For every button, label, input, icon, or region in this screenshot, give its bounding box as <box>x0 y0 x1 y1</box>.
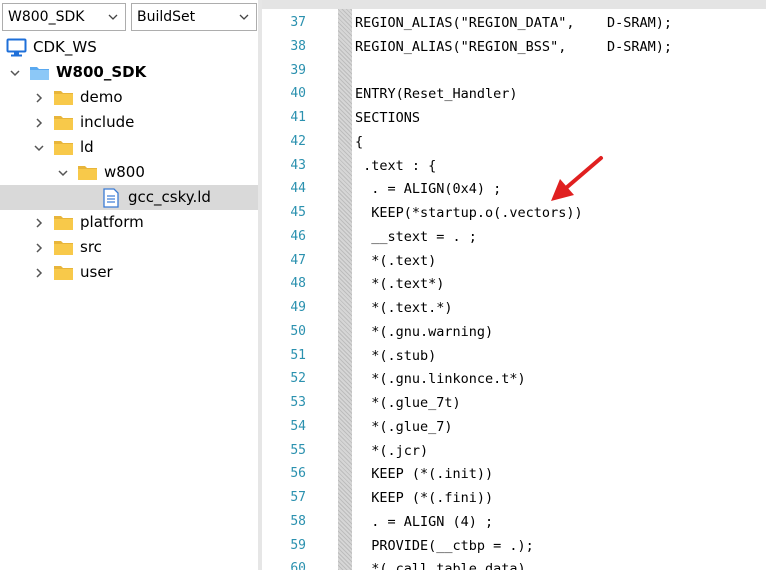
file-icon <box>103 188 119 208</box>
fold-margin[interactable] <box>338 9 352 570</box>
tree-label: demo <box>80 88 123 106</box>
code-line[interactable]: *(.gnu.linkonce.t*) <box>355 367 525 391</box>
chevron-down-icon[interactable] <box>33 142 45 154</box>
project-pane: W800_SDK BuildSet CDK_WS W800_SDK demo i… <box>0 0 258 570</box>
line-number: 45 <box>290 205 306 220</box>
line-number: 51 <box>290 347 306 363</box>
code-line[interactable]: SECTIONS <box>355 106 420 130</box>
tree-item-include[interactable]: include <box>0 110 258 135</box>
line-number: 60 <box>290 561 306 570</box>
chevron-right-icon[interactable] <box>33 267 45 279</box>
line-number: 40 <box>290 86 306 102</box>
tree-item-w800[interactable]: w800 <box>0 160 258 185</box>
folder-icon <box>54 116 73 130</box>
code-line[interactable]: REGION_ALIAS("REGION_DATA", D-SRAM); <box>355 11 672 35</box>
line-number: 38 <box>290 38 306 54</box>
code-line[interactable]: *(.text*) <box>355 272 444 296</box>
monitor-icon <box>6 38 27 57</box>
project-folder-icon <box>30 67 49 80</box>
line-number: 59 <box>290 537 306 553</box>
tree-item-demo[interactable]: demo <box>0 85 258 110</box>
line-number: 49 <box>290 300 306 315</box>
tree-label: include <box>80 113 135 131</box>
tree-item-ld[interactable]: ld <box>0 135 258 160</box>
code-line[interactable]: *(.call_table_data) <box>355 557 525 570</box>
line-number: 46 <box>290 228 306 244</box>
code-line[interactable]: *(.jcr) <box>355 439 428 463</box>
code-line[interactable]: *(.gnu.warning) <box>355 320 493 344</box>
code-line[interactable]: KEEP(*startup.o(.vectors)) <box>355 201 582 225</box>
line-number: 53 <box>290 395 306 410</box>
line-number: 44 <box>290 181 306 197</box>
line-number: 39 <box>290 62 306 78</box>
code-line[interactable]: KEEP (*(.init)) <box>355 462 493 486</box>
code-editor[interactable]: 37 REGION_ALIAS("REGION_DATA", D-SRAM); 38… <box>262 0 766 570</box>
code-line[interactable]: { <box>355 130 363 154</box>
line-number: 48 <box>290 276 306 292</box>
line-number: 43 <box>290 157 306 173</box>
line-number: 58 <box>290 513 306 529</box>
config-select-value: BuildSet <box>137 9 196 25</box>
tree-label: w800 <box>104 163 145 181</box>
chevron-down-icon[interactable] <box>57 167 69 179</box>
line-number: 50 <box>290 323 306 339</box>
line-number: 47 <box>290 252 306 268</box>
tree-label: ld <box>80 138 94 156</box>
folder-icon <box>54 141 73 155</box>
code-line[interactable]: .text : { <box>355 154 436 178</box>
project-select[interactable]: W800_SDK <box>2 3 126 31</box>
tree-item-project[interactable]: W800_SDK <box>0 60 258 85</box>
tree-item-platform[interactable]: platform <box>0 210 258 235</box>
tree-item-gcc-csky-ld[interactable]: gcc_csky.ld <box>0 185 258 210</box>
folder-icon <box>54 266 73 280</box>
folder-icon <box>78 166 97 180</box>
code-line[interactable]: *(.glue_7) <box>355 415 452 439</box>
code-line[interactable]: PROVIDE(__ctbp = .); <box>355 534 534 558</box>
chevron-down-icon[interactable] <box>9 67 21 79</box>
chevron-right-icon[interactable] <box>33 217 45 229</box>
chevron-right-icon[interactable] <box>33 92 45 104</box>
code-line[interactable]: . = ALIGN(0x4) ; <box>355 177 501 201</box>
tree-item-src[interactable]: src <box>0 235 258 260</box>
line-number: 55 <box>290 442 306 458</box>
tree-label: CDK_WS <box>33 38 97 56</box>
chevron-right-icon[interactable] <box>33 242 45 254</box>
chevron-down-icon <box>108 14 118 20</box>
code-line[interactable]: *(.text.*) <box>355 296 452 320</box>
project-select-value: W800_SDK <box>8 9 85 25</box>
tree-item-user[interactable]: user <box>0 260 258 285</box>
line-number: 52 <box>290 371 306 387</box>
code-line[interactable]: __stext = . ; <box>355 225 477 249</box>
line-number: 41 <box>290 110 306 125</box>
folder-icon <box>54 91 73 105</box>
chevron-down-icon <box>239 14 249 20</box>
chevron-right-icon[interactable] <box>33 117 45 129</box>
code-line[interactable]: *(.text) <box>355 249 436 273</box>
tree-label: platform <box>80 213 144 231</box>
line-number: 37 <box>290 15 306 30</box>
code-line[interactable]: . = ALIGN (4) ; <box>355 510 493 534</box>
tree-item-workspace[interactable]: CDK_WS <box>0 35 258 60</box>
folder-icon <box>54 241 73 255</box>
code-line[interactable]: *(.glue_7t) <box>355 391 460 415</box>
code-line[interactable]: REGION_ALIAS("REGION_BSS", D-SRAM); <box>355 35 672 59</box>
line-number: 56 <box>290 466 306 482</box>
tree-label: user <box>80 263 113 281</box>
code-line[interactable]: KEEP (*(.fini)) <box>355 486 493 510</box>
editor-tab-strip <box>262 0 766 9</box>
code-line[interactable]: *(.stub) <box>355 344 436 368</box>
folder-icon <box>54 216 73 230</box>
tree-label: src <box>80 238 102 256</box>
line-number: 42 <box>290 133 306 149</box>
line-number: 57 <box>290 490 306 505</box>
tree-label: gcc_csky.ld <box>128 188 211 206</box>
config-select[interactable]: BuildSet <box>131 3 257 31</box>
line-number: 54 <box>290 418 306 434</box>
code-line[interactable]: ENTRY(Reset_Handler) <box>355 82 518 106</box>
tree-label: W800_SDK <box>56 63 147 81</box>
